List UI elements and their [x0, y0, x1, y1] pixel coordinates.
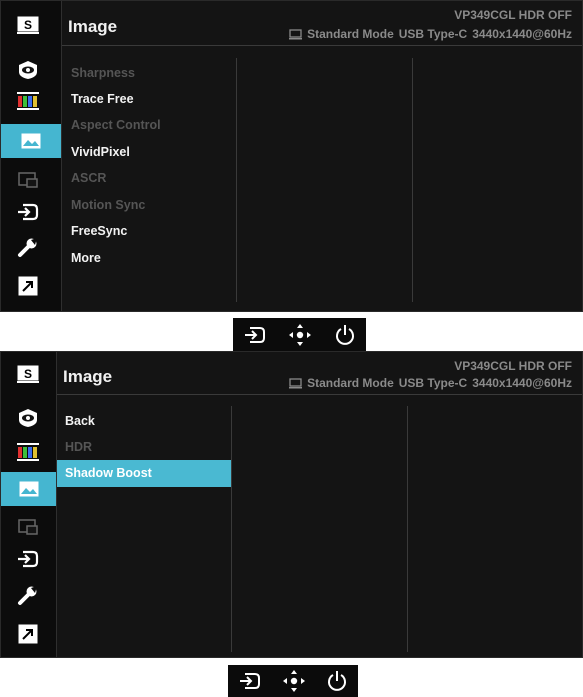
- sidebar-item-shortcut[interactable]: [7, 272, 49, 300]
- pip-icon: [18, 519, 38, 535]
- model-info: VP349CGL HDR OFF: [454, 8, 572, 22]
- menu-item-sharpness: Sharpness: [71, 66, 135, 80]
- image-icon: [19, 481, 38, 497]
- status-mode: Standard Mode: [307, 27, 394, 41]
- five-way-navigation-icon[interactable]: [288, 323, 312, 347]
- sidebar-item-image[interactable]: [1, 472, 56, 506]
- header-divider: [57, 394, 582, 395]
- input-select-icon: [18, 203, 39, 221]
- osd-sidebar: S: [1, 1, 62, 311]
- control-keys-bar: [233, 318, 366, 351]
- splendid-icon: S: [17, 16, 39, 34]
- menu-item-aspect-control: Aspect Control: [71, 118, 161, 132]
- column-divider: [231, 406, 232, 652]
- status-mode: Standard Mode: [307, 376, 394, 390]
- sidebar-item-eye-care[interactable]: [7, 56, 49, 84]
- power-icon[interactable]: [335, 324, 355, 346]
- status-input: USB Type-C: [398, 27, 468, 41]
- eye-icon: [19, 409, 37, 427]
- input-icon[interactable]: [239, 671, 261, 691]
- splendid-icon-glyph: S: [24, 367, 32, 381]
- eye-icon: [19, 61, 37, 79]
- input-select-icon: [18, 550, 39, 568]
- osd-panel-submenu: S Image VP349CGL HDR OFF Standard Mode U…: [0, 351, 583, 658]
- shortcut-icon: [18, 276, 38, 296]
- sidebar-item-shortcut[interactable]: [7, 620, 49, 648]
- sidebar-item-splendid[interactable]: S: [7, 11, 49, 39]
- sidebar-item-pip[interactable]: [7, 514, 49, 542]
- sidebar-item-input-select[interactable]: [7, 198, 49, 226]
- status-input: USB Type-C: [398, 376, 468, 390]
- status-bar: Standard Mode USB Type-C 3440x1440@60Hz: [289, 376, 572, 390]
- input-icon[interactable]: [244, 325, 266, 345]
- page-title: Image: [68, 17, 118, 36]
- image-icon: [21, 133, 41, 149]
- monitor-icon: [289, 377, 303, 388]
- model-info: VP349CGL HDR OFF: [454, 359, 572, 373]
- control-keys-bar: [228, 665, 358, 697]
- menu-item-vividpixel[interactable]: VividPixel: [71, 145, 130, 159]
- column-divider: [412, 58, 413, 302]
- menu-item-hdr: HDR: [65, 440, 93, 454]
- sidebar-item-image[interactable]: [1, 124, 61, 158]
- system-setup-icon: [18, 586, 37, 605]
- sidebar-item-eye-care[interactable]: [7, 404, 49, 432]
- osd-panel-main: S Image VP349CGL HDR OFF Standard Mode U…: [0, 0, 583, 312]
- pip-icon: [18, 172, 38, 188]
- sidebar-item-color[interactable]: [7, 87, 49, 115]
- sidebar-item-splendid[interactable]: S: [7, 360, 49, 388]
- menu-item-ascr: ASCR: [71, 171, 107, 185]
- header-divider: [62, 45, 582, 46]
- status-resolution: 3440x1440@60Hz: [472, 27, 572, 41]
- system-setup-icon: [18, 238, 37, 257]
- sidebar-item-color[interactable]: [7, 438, 49, 466]
- monitor-icon: [289, 28, 303, 39]
- sidebar-item-system-setup[interactable]: [7, 233, 49, 261]
- color-icon: [17, 443, 39, 461]
- column-divider: [407, 406, 408, 652]
- osd-sidebar: S: [1, 352, 57, 657]
- menu-item-more[interactable]: More: [71, 251, 101, 265]
- status-resolution: 3440x1440@60Hz: [472, 376, 572, 390]
- menu-item-shadow-boost[interactable]: Shadow Boost: [57, 460, 231, 487]
- sidebar-item-input-select[interactable]: [7, 545, 49, 573]
- page-title: Image: [63, 367, 113, 386]
- menu-item-motion-sync: Motion Sync: [71, 198, 146, 212]
- power-icon[interactable]: [327, 670, 347, 692]
- status-bar: Standard Mode USB Type-C 3440x1440@60Hz: [289, 27, 572, 41]
- menu-item-freesync[interactable]: FreeSync: [71, 224, 127, 238]
- column-divider: [236, 58, 237, 302]
- shortcut-icon: [18, 624, 38, 644]
- splendid-icon: S: [17, 365, 39, 383]
- color-icon: [17, 92, 39, 110]
- sidebar-item-system-setup[interactable]: [7, 581, 49, 609]
- menu-item-back[interactable]: Back: [65, 414, 95, 428]
- menu-item-trace-free[interactable]: Trace Free: [71, 92, 134, 106]
- sidebar-item-pip[interactable]: [7, 167, 49, 195]
- splendid-icon-glyph: S: [24, 18, 32, 32]
- five-way-navigation-icon[interactable]: [282, 669, 306, 693]
